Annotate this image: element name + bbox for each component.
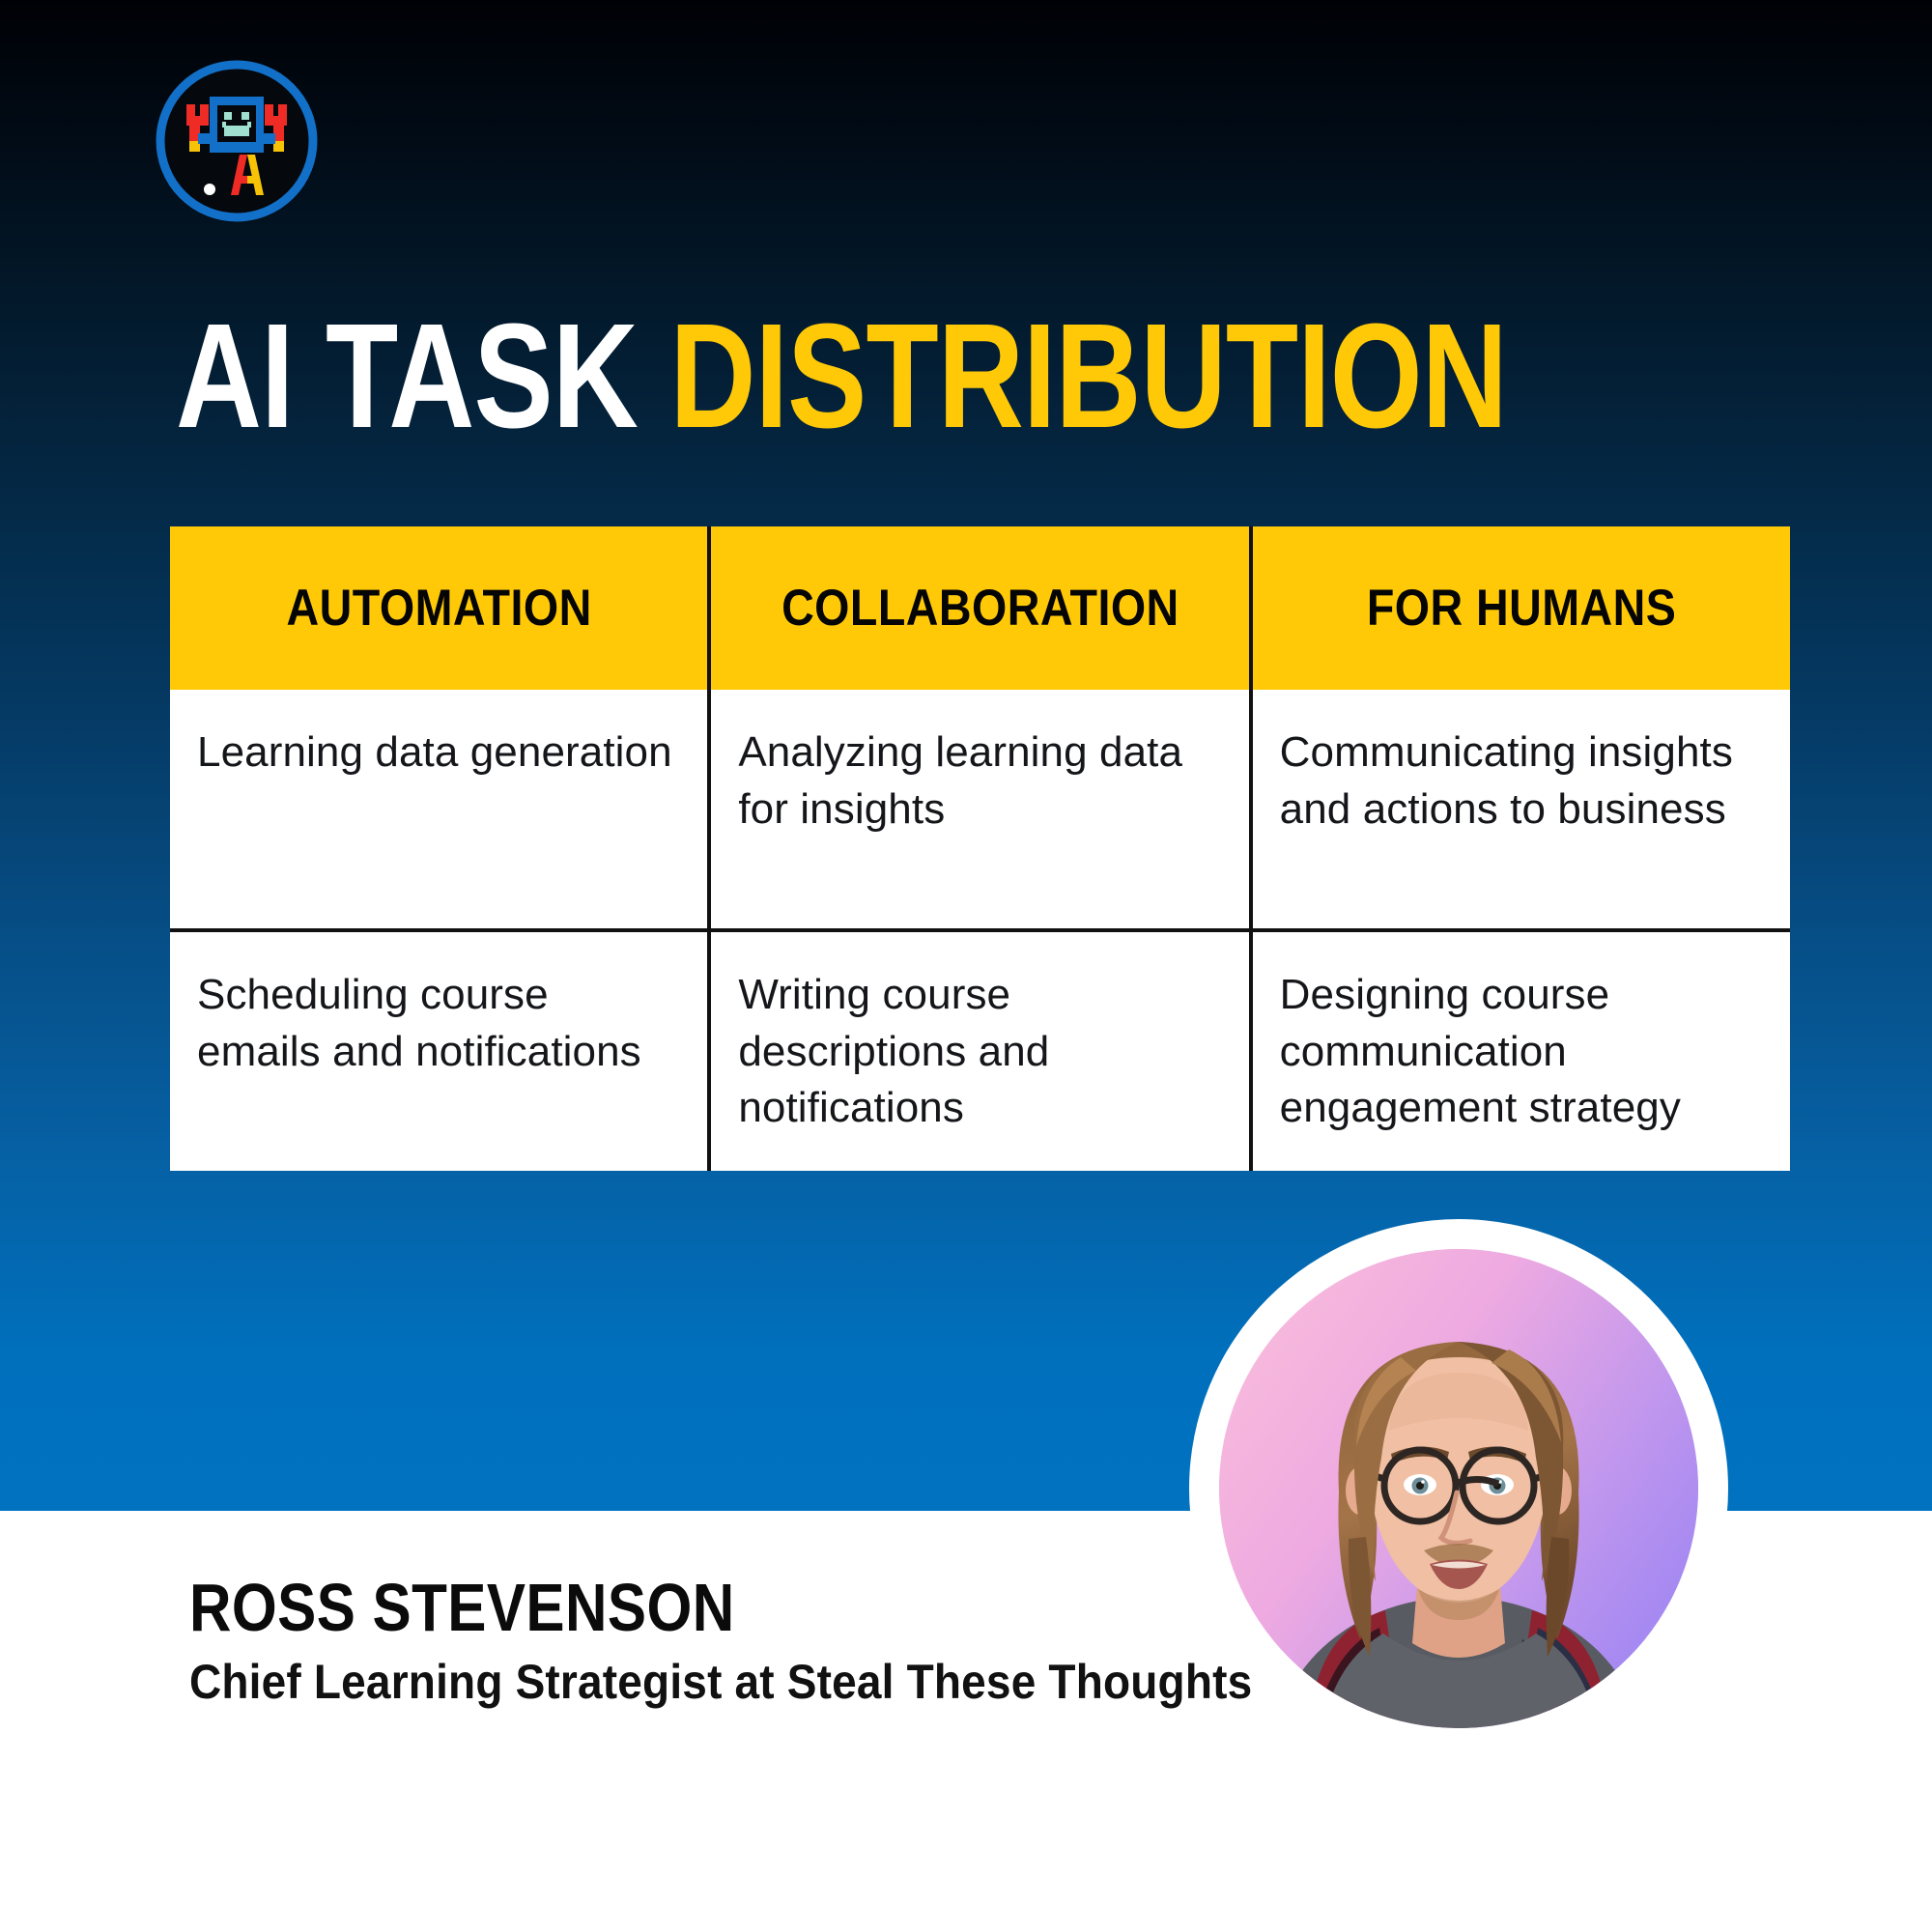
cell-text: Writing course descriptions and notifica…	[738, 971, 1050, 1132]
table-cell: Analyzing learning data for insights	[707, 690, 1248, 928]
cell-text: Learning data generation	[197, 728, 672, 776]
table-cell: Writing course descriptions and notifica…	[707, 932, 1248, 1171]
table-cell: Scheduling course emails and notificatio…	[170, 932, 707, 1171]
presenter-role: Chief Learning Strategist at Steal These…	[189, 1655, 1253, 1709]
table-cell: Designing course communication engagemen…	[1248, 932, 1790, 1171]
page-title-part-1: AI TASK	[176, 293, 639, 459]
cell-text: Scheduling course emails and notificatio…	[197, 971, 641, 1075]
avatar	[1219, 1249, 1698, 1728]
table-body: Learning data generation Analyzing learn…	[170, 690, 1790, 1171]
page-title: AI TASK DISTRIBUTION	[176, 301, 1508, 450]
poster-canvas: AI TASK DISTRIBUTION AUTOMATION COLLABOR…	[0, 0, 1932, 1932]
table-row: Scheduling course emails and notificatio…	[170, 928, 1790, 1171]
column-header-label: COLLABORATION	[781, 580, 1179, 637]
avatar-ring	[1189, 1219, 1728, 1758]
table-column-header-collaboration: COLLABORATION	[707, 526, 1248, 690]
table-cell: Communicating insights and actions to bu…	[1248, 690, 1790, 928]
cell-text: Communicating insights and actions to bu…	[1279, 728, 1733, 833]
cell-text: Designing course communication engagemen…	[1279, 971, 1681, 1132]
table-column-header-for-humans: FOR HUMANS	[1248, 526, 1790, 690]
table-row: Learning data generation Analyzing learn…	[170, 690, 1790, 928]
table-cell: Learning data generation	[170, 690, 707, 928]
column-header-label: FOR HUMANS	[1366, 580, 1677, 637]
cell-text: Analyzing learning data for insights	[738, 728, 1183, 833]
ai-robot-logo	[150, 54, 324, 228]
presenter-name: ROSS STEVENSON	[189, 1570, 735, 1645]
table-header-row: AUTOMATION COLLABORATION FOR HUMANS	[170, 526, 1790, 690]
ai-task-distribution-table: AUTOMATION COLLABORATION FOR HUMANS Lear…	[170, 526, 1790, 1171]
table-column-header-automation: AUTOMATION	[170, 526, 707, 690]
column-header-label: AUTOMATION	[286, 580, 592, 637]
page-title-part-2: DISTRIBUTION	[669, 293, 1508, 459]
